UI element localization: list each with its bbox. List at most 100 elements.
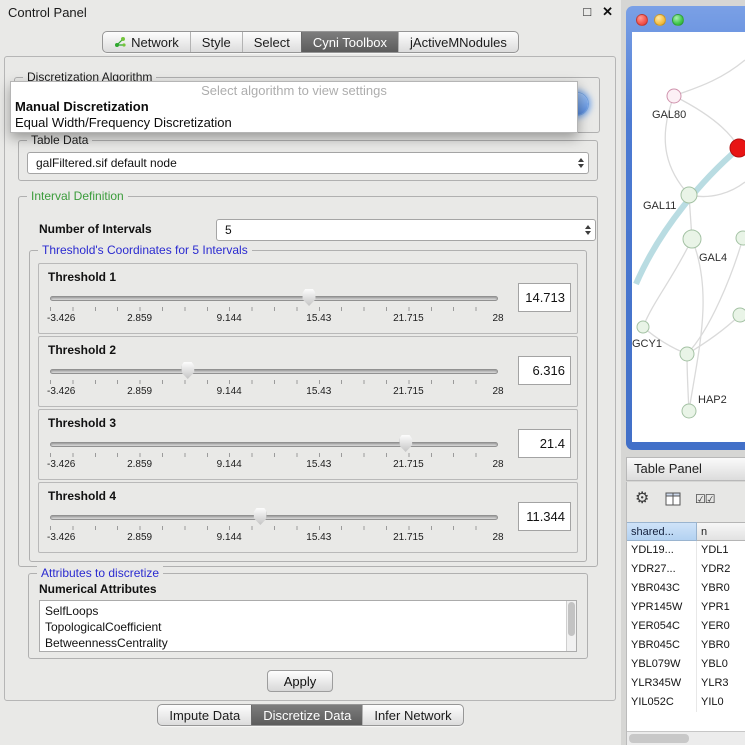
scale-tick-label: -3.426 [47, 532, 75, 543]
slider-thumb[interactable] [254, 508, 267, 525]
close-icon[interactable]: ✕ [602, 4, 613, 20]
network-node[interactable] [682, 404, 696, 418]
network-edge[interactable] [674, 60, 745, 96]
columns-icon[interactable] [665, 492, 681, 511]
network-canvas[interactable]: GAL80GAL11GAL4GCY1HAP2 [632, 32, 745, 442]
column-header-name[interactable]: n [697, 522, 745, 541]
dropdown-prompt: Select algorithm to view settings [11, 82, 577, 99]
table-row[interactable]: YBL079W YBL0 [627, 655, 745, 674]
apply-button[interactable]: Apply [267, 670, 333, 692]
network-node[interactable] [730, 139, 745, 157]
threshold-value-field[interactable]: 14.713 [518, 283, 571, 312]
attribute-list-item[interactable]: BetweennessCentrality [45, 635, 576, 651]
scrollbar-thumb[interactable] [629, 734, 689, 743]
table-row[interactable]: YDR27... YDR2 [627, 560, 745, 579]
list-scrollbar[interactable] [566, 601, 576, 651]
threshold-slider[interactable]: -3.426 2.859 9.144 15.43 21.715 28 [47, 288, 501, 330]
slider-thumb[interactable] [303, 289, 316, 306]
slider-track[interactable] [50, 369, 498, 374]
tab-infer-network[interactable]: Infer Network [362, 705, 462, 725]
table-cell-name[interactable]: YBR0 [697, 636, 745, 655]
network-node[interactable] [637, 321, 649, 333]
dropdown-option-manual[interactable]: Manual Discretization [11, 99, 577, 115]
table-row[interactable]: YER054C YER0 [627, 617, 745, 636]
threshold-value-field[interactable]: 6.316 [518, 356, 571, 385]
network-node[interactable] [683, 230, 701, 248]
slider-thumb[interactable] [399, 435, 412, 452]
scale-tick-label: -3.426 [47, 386, 75, 397]
dropdown-option-equal-width[interactable]: Equal Width/Frequency Discretization [11, 115, 577, 131]
network-edge[interactable] [687, 354, 689, 411]
select-checkboxes-icon[interactable]: ☑☑ [695, 492, 715, 506]
column-header-shared-name[interactable]: shared... [627, 522, 697, 541]
threshold-value-field[interactable]: 11.344 [518, 502, 571, 531]
network-node[interactable] [733, 308, 745, 322]
zoom-window-button[interactable] [672, 14, 684, 26]
tab-network[interactable]: Network [103, 32, 190, 52]
table-row[interactable]: YBR045C YBR0 [627, 636, 745, 655]
scale-tick-label: 15.43 [306, 313, 331, 324]
close-window-button[interactable] [636, 14, 648, 26]
combo-stepper-icon[interactable] [585, 225, 591, 235]
table-hscrollbar[interactable] [627, 731, 745, 745]
network-node[interactable] [667, 89, 681, 103]
table-cell-shared-name[interactable]: YDL19... [627, 541, 697, 560]
network-edge[interactable] [687, 315, 740, 354]
slider-thumb[interactable] [181, 362, 194, 379]
threshold-value-field[interactable]: 21.4 [518, 429, 571, 458]
network-node[interactable] [680, 347, 694, 361]
tab-jactivemnodules[interactable]: jActiveMNodules [398, 32, 518, 52]
threshold-slider[interactable]: -3.426 2.859 9.144 15.43 21.715 28 [47, 361, 501, 403]
table-cell-shared-name[interactable]: YBL079W [627, 655, 697, 674]
table-row[interactable]: YPR145W YPR1 [627, 598, 745, 617]
table-cell-name[interactable]: YBL0 [697, 655, 745, 674]
threshold-slider[interactable]: -3.426 2.859 9.144 15.43 21.715 28 [47, 434, 501, 476]
slider-track[interactable] [50, 442, 498, 447]
table-cell-shared-name[interactable]: YER054C [627, 617, 697, 636]
table-cell-name[interactable]: YER0 [697, 617, 745, 636]
table-row[interactable]: YLR345W YLR3 [627, 674, 745, 693]
slider-track[interactable] [50, 515, 498, 520]
num-intervals-combobox[interactable]: 5 [216, 219, 596, 241]
table-row[interactable]: YDL19... YDL1 [627, 541, 745, 560]
network-node[interactable] [736, 231, 745, 245]
tab-discretize-data[interactable]: Discretize Data [251, 705, 362, 725]
table-cell-name[interactable]: YBR0 [697, 579, 745, 598]
table-data-combobox[interactable]: galFiltered.sif default node [27, 152, 589, 174]
scrollbar-thumb[interactable] [568, 602, 575, 636]
table-cell-name[interactable]: YLR3 [697, 674, 745, 693]
network-edge[interactable] [689, 239, 703, 411]
table-row[interactable]: YIL052C YIL0 [627, 693, 745, 712]
table-cell-shared-name[interactable]: YIL052C [627, 693, 697, 712]
threshold-panel: Threshold 4 -3.426 2.859 9.144 15.43 21.… [38, 482, 578, 553]
attribute-list-item[interactable]: TopologicalCoefficient [45, 619, 576, 635]
panel-title: Control Panel [8, 5, 87, 20]
tab-cyni-toolbox[interactable]: Cyni Toolbox [301, 32, 398, 52]
combo-stepper-icon[interactable] [578, 158, 584, 168]
table-row[interactable]: YBR043C YBR0 [627, 579, 745, 598]
table-cell-name[interactable]: YDL1 [697, 541, 745, 560]
tab-impute-data[interactable]: Impute Data [158, 705, 251, 725]
table-cell-shared-name[interactable]: YBR045C [627, 636, 697, 655]
slider-track[interactable] [50, 296, 498, 301]
tab-select[interactable]: Select [242, 32, 301, 52]
tab-style[interactable]: Style [190, 32, 242, 52]
scale-tick-label: 9.144 [217, 532, 242, 543]
threshold-slider[interactable]: -3.426 2.859 9.144 15.43 21.715 28 [47, 507, 501, 549]
table-cell-shared-name[interactable]: YDR27... [627, 560, 697, 579]
table-cell-shared-name[interactable]: YLR345W [627, 674, 697, 693]
table-cell-name[interactable]: YDR2 [697, 560, 745, 579]
network-edge[interactable] [674, 96, 739, 148]
table-cell-shared-name[interactable]: YPR145W [627, 598, 697, 617]
numerical-attributes-list[interactable]: SelfLoops TopologicalCoefficient Between… [39, 600, 577, 652]
network-node[interactable] [681, 187, 697, 203]
tab-label: Cyni Toolbox [313, 35, 387, 50]
float-icon[interactable]: □ [583, 4, 591, 20]
attribute-list-item[interactable]: SelfLoops [45, 603, 576, 619]
table-cell-name[interactable]: YIL0 [697, 693, 745, 712]
table-cell-name[interactable]: YPR1 [697, 598, 745, 617]
gear-icon[interactable]: ⚙ [635, 488, 649, 508]
tab-label: jActiveMNodules [410, 35, 507, 50]
table-cell-shared-name[interactable]: YBR043C [627, 579, 697, 598]
minimize-window-button[interactable] [654, 14, 666, 26]
